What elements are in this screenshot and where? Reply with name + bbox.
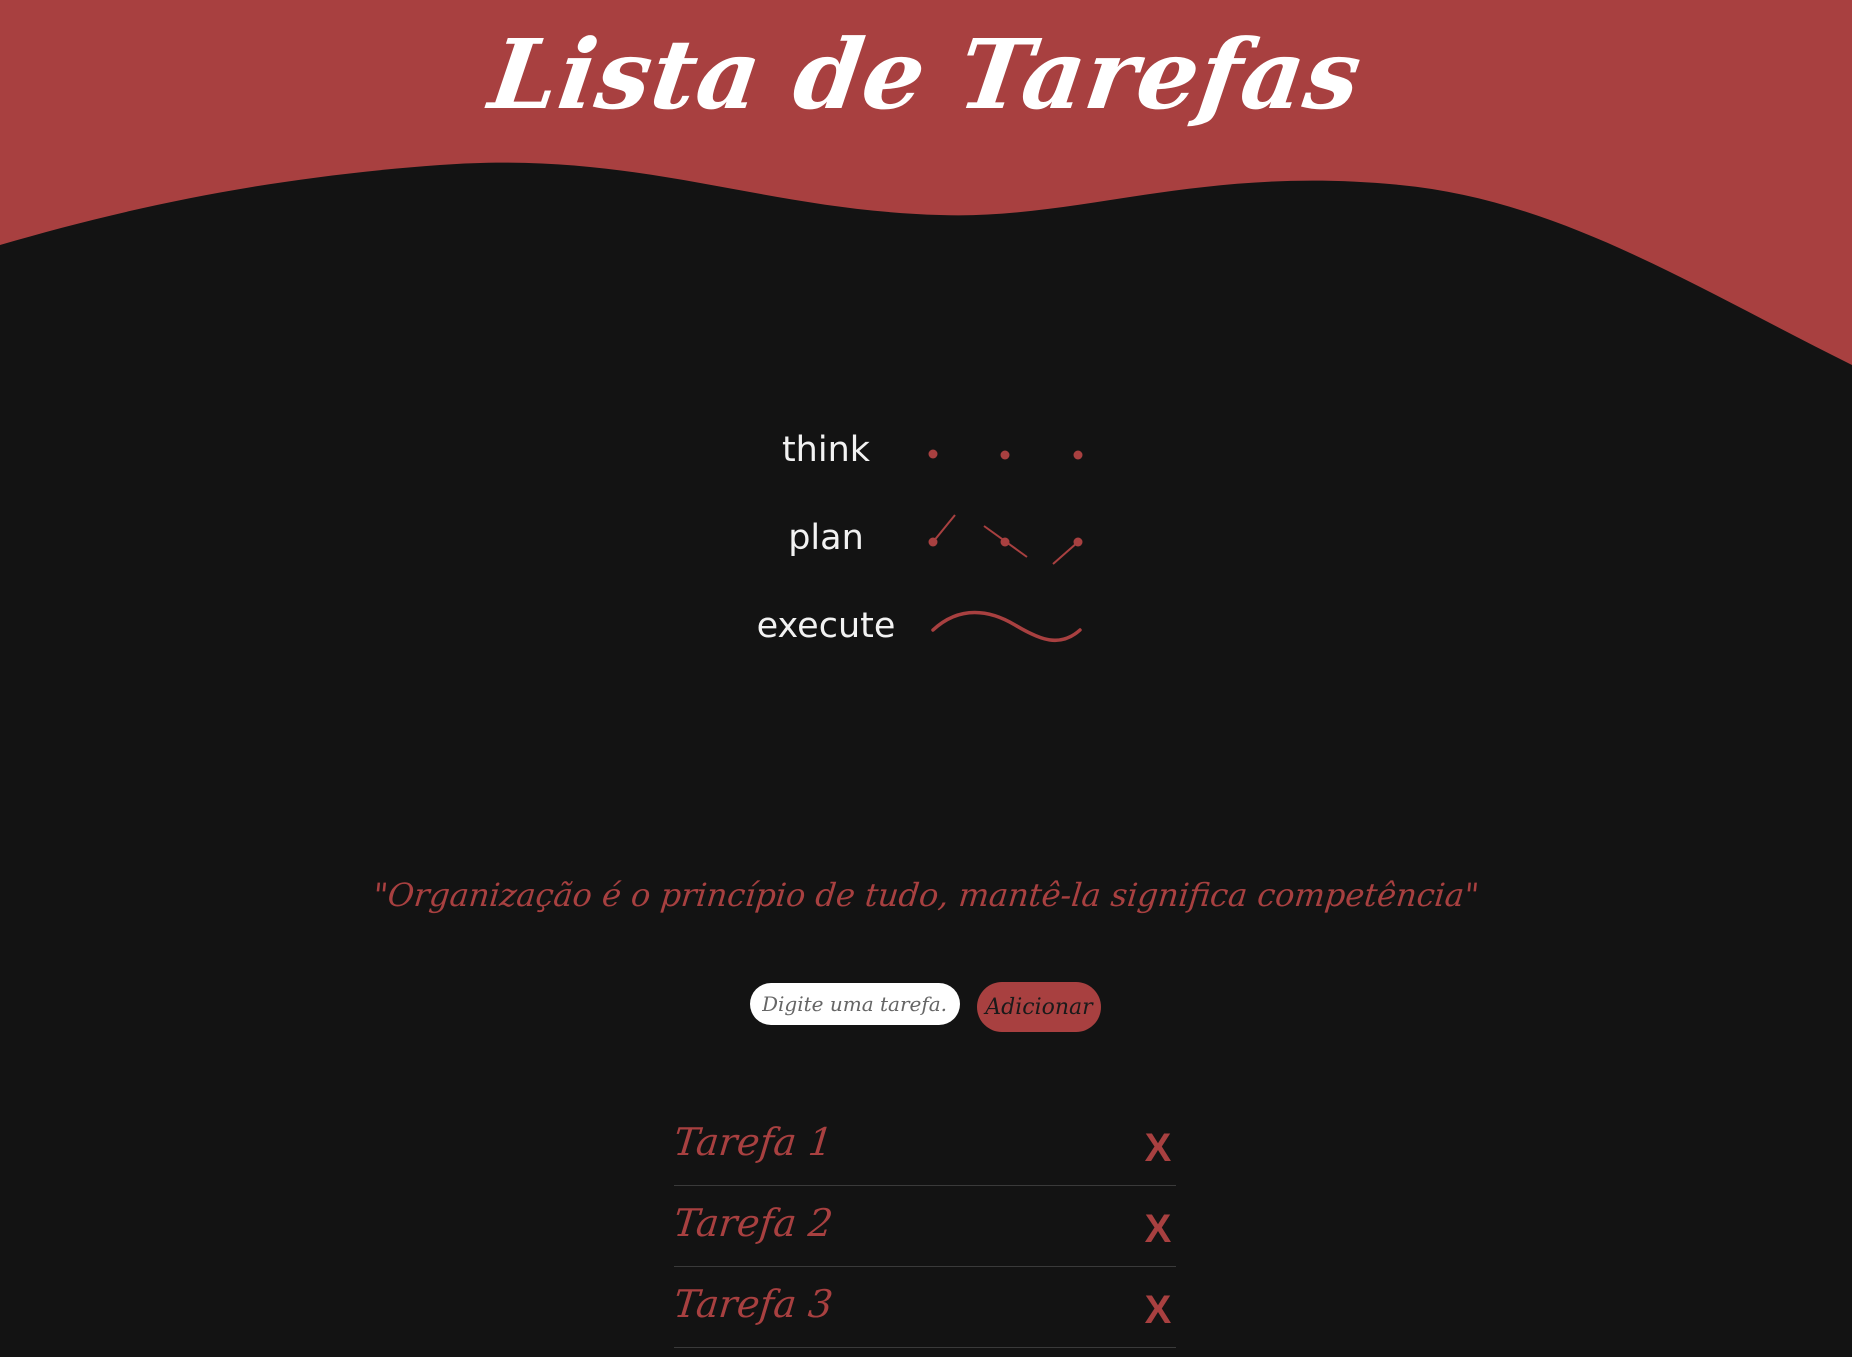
workflow-illustration	[928, 449, 1083, 643]
motivational-quote: "Organização é o princípio de tudo, mant…	[371, 876, 1481, 914]
page-title: Lista de Tarefas	[483, 18, 1369, 131]
add-task-button[interactable]: Adicionar	[977, 982, 1101, 1032]
task-label: Tarefa 3	[671, 1282, 835, 1326]
delete-task-button[interactable]: X	[1140, 1288, 1176, 1332]
workflow-step-plan: plan	[788, 518, 864, 558]
task-label: Tarefa 2	[671, 1201, 835, 1245]
delete-task-button[interactable]: X	[1140, 1207, 1176, 1251]
task-item: Tarefa 2 X	[671, 1187, 1176, 1267]
execute-wave-icon	[931, 610, 1082, 643]
task-list: Tarefa 1 X Tarefa 2 X Tarefa 3 X	[671, 1106, 1176, 1349]
delete-task-button[interactable]: X	[1140, 1126, 1176, 1170]
task-item: Tarefa 1 X	[671, 1106, 1176, 1186]
task-item: Tarefa 3 X	[671, 1268, 1176, 1348]
task-input[interactable]	[750, 983, 960, 1025]
plan-connections-icon	[928, 514, 1083, 565]
task-label: Tarefa 1	[671, 1120, 835, 1164]
think-dots-icon	[928, 449, 1083, 460]
workflow-step-execute: execute	[756, 606, 896, 646]
workflow-step-think: think	[781, 430, 871, 470]
task-form: Adicionar	[750, 982, 1101, 1032]
